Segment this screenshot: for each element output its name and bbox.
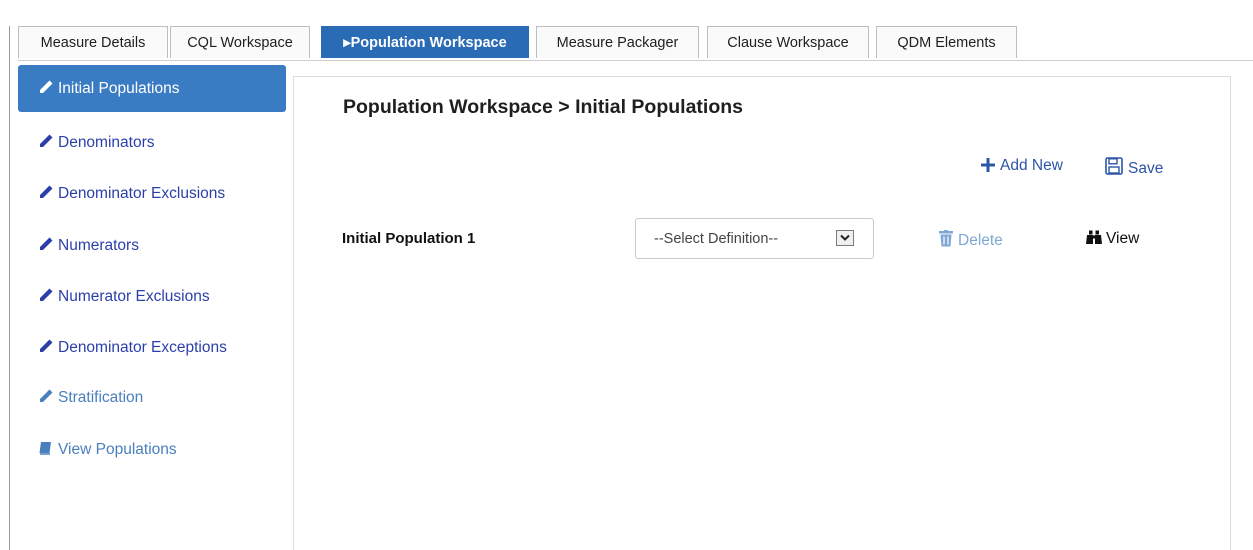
sidebar-item-label: View Populations <box>58 441 177 458</box>
floppy-disk-icon <box>1105 157 1123 180</box>
pencil-icon <box>38 184 54 200</box>
binoculars-icon <box>1086 230 1102 250</box>
add-new-label: Add New <box>1000 157 1063 174</box>
sidebar-item-numerator-exclusions[interactable]: Numerator Exclusions <box>18 273 286 320</box>
sidebar-item-label: Numerator Exclusions <box>58 288 210 305</box>
sidebar-item-label: Initial Populations <box>58 80 180 97</box>
sidebar-item-denominator-exclusions[interactable]: Denominator Exclusions <box>18 170 286 217</box>
save-label: Save <box>1128 160 1164 177</box>
sidebar-item-label: Stratification <box>58 389 144 406</box>
sidebar-item-denominator-exceptions[interactable]: Denominator Exceptions <box>18 324 286 371</box>
add-new-button[interactable]: Add New <box>981 157 1063 177</box>
book-icon <box>38 440 54 456</box>
population-sidebar: Initial Populations Denominators Denomin… <box>18 65 288 550</box>
pencil-icon <box>38 79 54 95</box>
pencil-icon <box>38 287 54 303</box>
sidebar-item-denominators[interactable]: Denominators <box>18 119 286 166</box>
tab-clause-workspace[interactable]: Clause Workspace <box>707 26 869 58</box>
trash-icon <box>938 230 954 252</box>
definition-select[interactable]: --Select Definition-- <box>635 218 874 259</box>
definition-select-value: --Select Definition-- <box>654 231 779 247</box>
view-label: View <box>1106 230 1140 247</box>
frame-border <box>9 26 10 550</box>
pencil-icon <box>38 388 54 404</box>
workspace-tabbar: Measure Details CQL Workspace ▸Populatio… <box>18 26 1253 61</box>
sidebar-item-view-populations[interactable]: View Populations <box>18 426 286 473</box>
pencil-icon <box>38 338 54 354</box>
plus-icon <box>981 158 995 177</box>
tab-measure-details[interactable]: Measure Details <box>18 26 168 58</box>
page-title: Population Workspace > Initial Populatio… <box>343 96 743 118</box>
sidebar-item-stratification[interactable]: Stratification <box>18 374 286 421</box>
pencil-icon <box>38 133 54 149</box>
delete-label: Delete <box>958 232 1003 249</box>
save-button[interactable]: Save <box>1105 157 1163 180</box>
delete-button[interactable]: Delete <box>938 230 1003 252</box>
sidebar-item-label: Numerators <box>58 237 139 254</box>
sidebar-item-label: Denominator Exclusions <box>58 185 226 202</box>
pencil-icon <box>38 236 54 252</box>
population-workspace-panel: Population Workspace > Initial Populatio… <box>293 76 1231 550</box>
sidebar-item-label: Denominators <box>58 134 155 151</box>
tab-population-workspace[interactable]: ▸Population Workspace <box>321 26 529 58</box>
chevron-down-icon <box>836 230 854 246</box>
sidebar-item-numerators[interactable]: Numerators <box>18 222 286 269</box>
sidebar-item-label: Denominator Exceptions <box>58 339 227 356</box>
sidebar-item-initial-populations[interactable]: Initial Populations <box>18 65 286 112</box>
tab-qdm-elements[interactable]: QDM Elements <box>876 26 1017 58</box>
view-button[interactable]: View <box>1086 230 1139 250</box>
tab-cql-workspace[interactable]: CQL Workspace <box>170 26 310 58</box>
initial-population-label: Initial Population 1 <box>342 230 476 247</box>
tab-measure-packager[interactable]: Measure Packager <box>536 26 699 58</box>
